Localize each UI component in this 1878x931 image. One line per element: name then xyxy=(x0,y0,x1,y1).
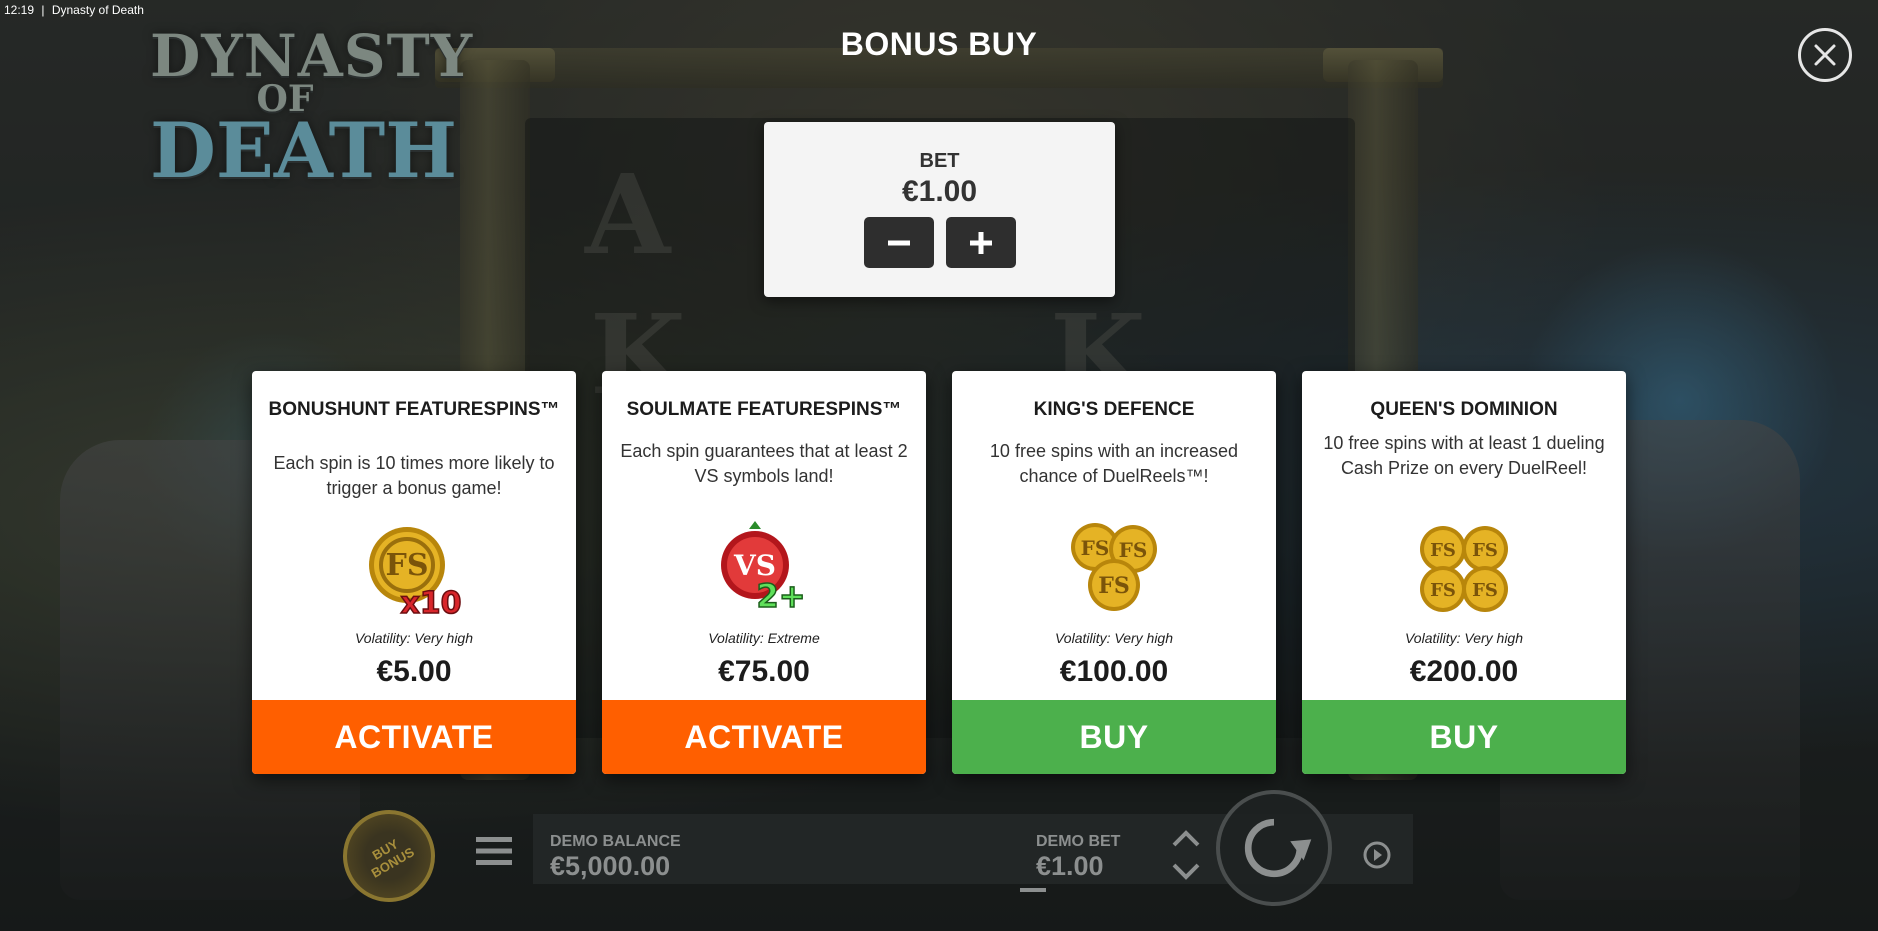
page-title: BONUS BUY xyxy=(840,26,1038,62)
svg-text:FS: FS xyxy=(386,548,429,583)
bet-indicator xyxy=(1020,888,1046,892)
card-icon-text: x10 xyxy=(400,586,461,621)
four-fs-coins-icon: FS FS FS FS xyxy=(1420,526,1508,612)
menu-icon[interactable] xyxy=(474,835,514,867)
demo-balance-value: €5,000.00 xyxy=(550,851,671,881)
card-description: 10 free spins with at least 1 dueling Ca… xyxy=(1323,433,1605,478)
three-fs-coins-icon: FS FS FS xyxy=(1071,523,1157,611)
card-icon-text: 2+ xyxy=(756,577,805,615)
bonus-card-bonushunt: BONUSHUNT FEATURESPINS™ Each spin is 10 … xyxy=(252,371,576,774)
demo-bet-value: €1.00 xyxy=(1036,851,1104,881)
card-price: €200.00 xyxy=(1409,655,1519,688)
activate-button[interactable]: ACTIVATE xyxy=(252,700,576,774)
demo-bet-label: DEMO BET xyxy=(1036,833,1121,850)
card-title: SOULMATE FEATURESPINS™ xyxy=(626,399,902,420)
card-price: €5.00 xyxy=(376,655,452,688)
card-title: QUEEN'S DOMINION xyxy=(1370,399,1558,420)
demo-balance-label: DEMO BALANCE xyxy=(550,833,681,850)
svg-text:FS: FS xyxy=(1472,540,1498,561)
card-volatility: Volatility: Very high xyxy=(1054,630,1173,646)
bonus-card-kings-defence: KING'S DEFENCE 10 free spins with an inc… xyxy=(952,371,1276,774)
card-description: 10 free spins with an increased chance o… xyxy=(989,441,1239,486)
app-title: Dynasty of Death xyxy=(51,3,144,17)
autoplay-icon[interactable] xyxy=(1360,838,1394,872)
card-title: BONUSHUNT FEATURESPINS™ xyxy=(268,399,560,420)
card-volatility: Volatility: Very high xyxy=(1404,630,1523,646)
buy-button[interactable]: BUY xyxy=(1302,700,1626,774)
card-description: Each spin is 10 times more likely to tri… xyxy=(273,453,555,498)
buy-button[interactable]: BUY xyxy=(952,700,1276,774)
buy-bonus-label: BUY BONUS xyxy=(368,836,417,881)
card-description: Each spin guarantees that at least 2 VS … xyxy=(620,441,908,486)
card-volatility: Volatility: Very high xyxy=(354,630,473,646)
card-volatility: Volatility: Extreme xyxy=(708,630,820,646)
activate-button[interactable]: ACTIVATE xyxy=(602,700,926,774)
svg-text:FS: FS xyxy=(1081,536,1110,560)
close-icon xyxy=(1814,44,1836,66)
card-title: KING'S DEFENCE xyxy=(1033,399,1195,420)
bet-value: €1.00 xyxy=(901,175,978,208)
buy-bonus-button[interactable]: BUY BONUS xyxy=(326,793,452,919)
svg-text:FS: FS xyxy=(1119,538,1148,562)
spin-button[interactable] xyxy=(1216,790,1332,906)
plus-icon xyxy=(969,231,992,254)
close-button[interactable] xyxy=(1798,28,1852,82)
bet-label: BET xyxy=(919,150,960,172)
bet-decrease-button[interactable] xyxy=(863,217,934,268)
bonus-card-queens-dominion: QUEEN'S DOMINION 10 free spins with at l… xyxy=(1302,371,1626,774)
svg-text:FS: FS xyxy=(1472,580,1498,601)
bet-controls xyxy=(764,217,1115,268)
bonus-card-soulmate: SOULMATE FEATURESPINS™ Each spin guarant… xyxy=(602,371,926,774)
minus-icon xyxy=(887,240,910,245)
bet-increase-button[interactable] xyxy=(945,217,1016,268)
fs-coin-x10-icon: FS x10 xyxy=(369,527,462,622)
bet-panel: BET €1.00 xyxy=(764,122,1115,297)
card-price: €100.00 xyxy=(1059,655,1169,688)
bet-arrows-icon[interactable] xyxy=(1170,825,1202,885)
clock-time: 12:19 xyxy=(4,3,35,17)
logo-line-3: DEATH xyxy=(150,106,458,196)
svg-text:FS: FS xyxy=(1098,573,1130,599)
svg-text:FS: FS xyxy=(1430,580,1456,601)
spin-icon xyxy=(1244,818,1312,878)
svg-text:FS: FS xyxy=(1430,540,1456,561)
card-price: €75.00 xyxy=(718,655,810,688)
vs-symbol-2plus-icon: VS 2+ xyxy=(721,521,806,616)
bonus-cards: BONUSHUNT FEATURESPINS™ Each spin is 10 … xyxy=(252,371,1626,774)
status-bar: 12:19 | Dynasty of Death xyxy=(4,3,144,17)
status-separator: | xyxy=(41,3,45,17)
